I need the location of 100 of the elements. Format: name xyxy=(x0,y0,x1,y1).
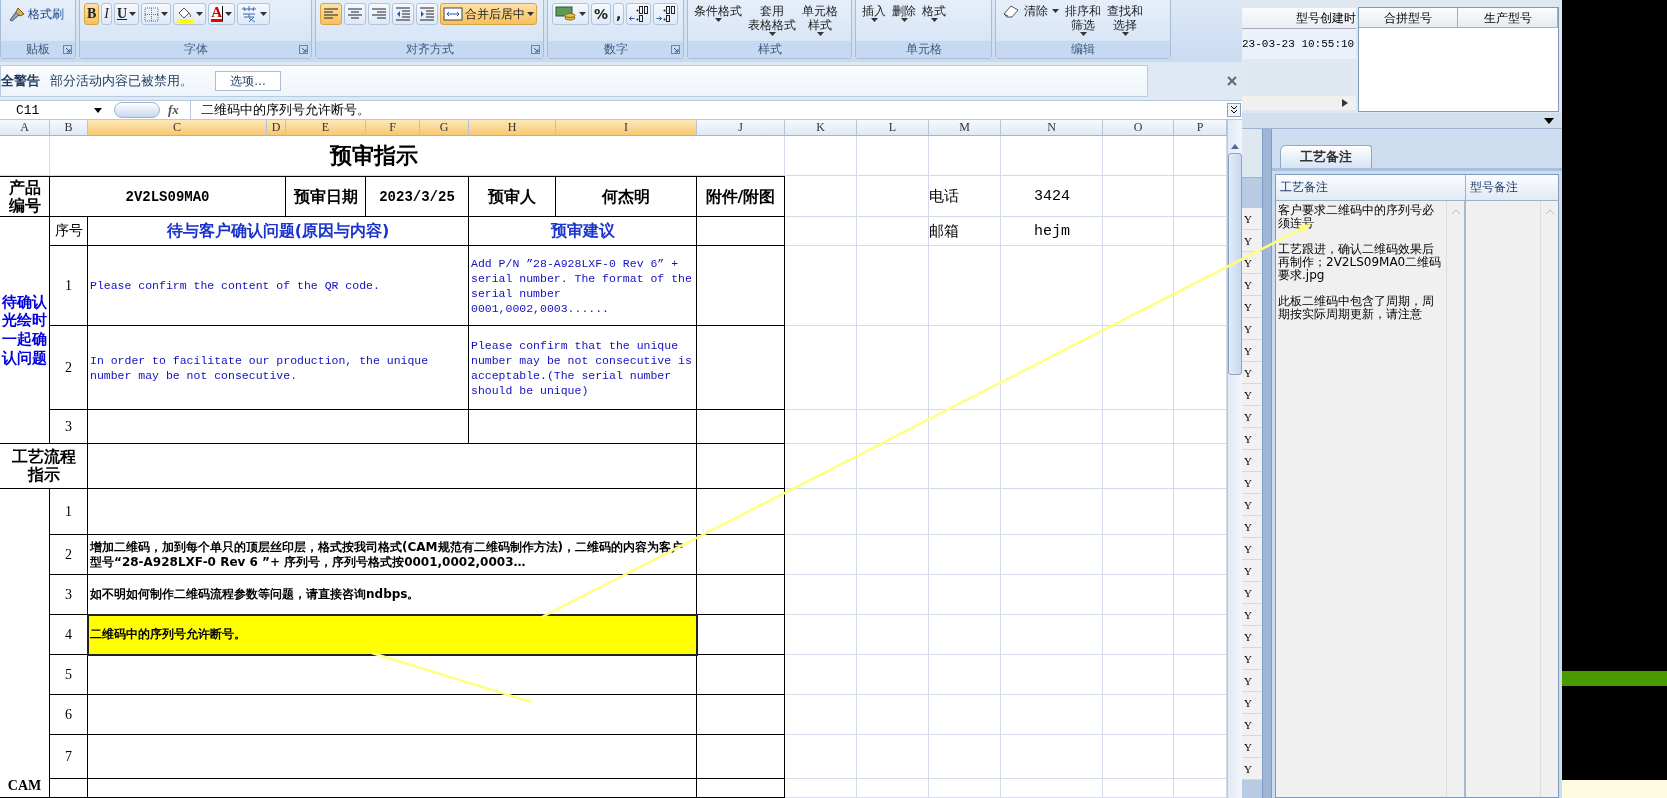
table-cell: 附件/附图 xyxy=(697,176,785,217)
percent-button[interactable]: % xyxy=(591,3,612,25)
expand-icon[interactable] xyxy=(1227,103,1241,117)
font-color-button[interactable]: A xyxy=(208,3,235,25)
table-cell: 7 xyxy=(50,735,88,779)
options-button[interactable]: 选项... xyxy=(215,71,281,91)
increase-indent-icon xyxy=(419,6,435,22)
caret-icon xyxy=(94,107,102,113)
column-header[interactable]: J xyxy=(697,120,785,136)
insert-function-button[interactable]: fx xyxy=(168,102,190,118)
column-header[interactable]: E xyxy=(286,120,366,136)
menu-button[interactable]: 格式 xyxy=(920,3,948,23)
column-header[interactable]: N xyxy=(1001,120,1103,136)
caret-icon xyxy=(225,12,232,16)
table-cell: Y xyxy=(1242,428,1262,450)
dropdown-icon[interactable] xyxy=(1544,117,1554,124)
increase-indent-button[interactable] xyxy=(416,3,438,25)
table-cell: 4 xyxy=(50,615,88,655)
comma-button[interactable]: , xyxy=(613,3,625,25)
formula-input[interactable]: 二维码中的序列号允许断号。 xyxy=(190,101,1223,119)
caret-icon xyxy=(1121,32,1129,36)
table-cell: Y xyxy=(1242,648,1262,670)
table-cell: 产品编号 xyxy=(0,176,50,217)
column-header[interactable]: L xyxy=(857,120,929,136)
menu-button[interactable]: 删除 xyxy=(890,3,918,23)
column-header[interactable]: 工艺备注 xyxy=(1276,175,1466,200)
step-cell[interactable]: 二维码中的序列号允许断号。 xyxy=(88,615,697,655)
splitter-handle[interactable] xyxy=(114,102,160,118)
step-cell[interactable] xyxy=(88,489,697,535)
dialog-launcher-icon[interactable] xyxy=(299,45,308,54)
column-header[interactable]: F xyxy=(366,120,420,136)
table-cell: Y xyxy=(1242,692,1262,714)
table-cell: 2023/3/25 xyxy=(366,176,469,217)
align-right-button[interactable] xyxy=(368,3,390,25)
step-cell[interactable] xyxy=(88,695,697,735)
dialog-launcher-icon[interactable] xyxy=(671,45,680,54)
phonetic-button[interactable] xyxy=(237,3,270,25)
question-text: In order to facilitate our production, the unique number may be not consecutive. xyxy=(90,352,430,383)
increase-decimal-button[interactable] xyxy=(626,3,652,25)
column-header[interactable]: 型号创建时 xyxy=(1242,8,1356,29)
align-right-icon xyxy=(371,7,387,21)
column-header[interactable]: 合拼型号 xyxy=(1358,8,1459,28)
underline-button[interactable]: U xyxy=(114,3,140,25)
column-header[interactable]: P xyxy=(1174,120,1227,136)
column-header[interactable]: 生产型号 xyxy=(1458,8,1558,28)
splitter-handle[interactable] xyxy=(1262,129,1272,798)
fill-color-button[interactable] xyxy=(173,3,207,25)
right-arrow-icon[interactable] xyxy=(1341,99,1348,107)
suggestion-text: Please confirm that the unique number may be not consecutive is acceptable.(The serial number should be unique) xyxy=(471,337,693,398)
dialog-launcher-icon[interactable] xyxy=(531,45,540,54)
menu-button[interactable]: 排序和 筛选 xyxy=(1063,3,1103,37)
eraser-icon xyxy=(1002,4,1020,18)
column-header[interactable]: D xyxy=(267,120,286,136)
caret-icon xyxy=(1052,9,1059,13)
name-box[interactable]: C11 xyxy=(0,102,106,118)
table-cell: Y xyxy=(1242,340,1262,362)
column-header[interactable]: C xyxy=(88,120,267,136)
column-header[interactable]: K xyxy=(785,120,857,136)
format-painter-button[interactable]: 格式刷 xyxy=(5,3,67,25)
menu-button[interactable]: 插入 xyxy=(860,3,888,23)
step-cell[interactable] xyxy=(88,735,697,779)
column-header[interactable]: G xyxy=(420,120,469,136)
column-header[interactable]: H xyxy=(469,120,556,136)
bold-button[interactable]: B xyxy=(84,3,100,25)
decrease-indent-button[interactable] xyxy=(392,3,414,25)
menu-button[interactable]: 单元格 样式 xyxy=(800,3,840,37)
table-cell: Y xyxy=(1242,736,1262,758)
step-cell[interactable]: 如不明如何制作二维码流程参数等问题，请直接咨询ndbps。 xyxy=(88,575,697,615)
column-header[interactable]: O xyxy=(1103,120,1174,136)
decrease-decimal-button[interactable] xyxy=(653,3,679,25)
column-header[interactable]: M xyxy=(929,120,1001,136)
menu-button[interactable]: 套用 表格格式 xyxy=(746,3,798,37)
caret-icon xyxy=(816,32,824,36)
note-text: 工艺跟进，确认二维码效果后再制作；2V2LS09MA0二维码要求.jpg xyxy=(1278,243,1443,282)
merge-center-button[interactable]: 合并后居中 xyxy=(440,3,537,25)
vertical-scrollbar[interactable] xyxy=(1227,120,1242,798)
caret-icon xyxy=(527,12,534,16)
notes-tab[interactable]: 工艺备注 xyxy=(1280,145,1372,168)
horizontal-scrollbar[interactable] xyxy=(1242,96,1356,110)
column-header[interactable]: A xyxy=(0,120,50,136)
column-header[interactable]: I xyxy=(556,120,697,136)
group-label: 样式 xyxy=(757,41,782,58)
italic-button[interactable]: I xyxy=(101,3,112,25)
menu-button[interactable]: 查找和 选择 xyxy=(1105,3,1145,37)
table-cell: 3 xyxy=(50,575,88,615)
close-icon[interactable] xyxy=(1227,76,1237,86)
dialog-launcher-icon[interactable] xyxy=(63,45,72,54)
table-cell: 待与客户确认问题(原因与内容) xyxy=(88,217,469,246)
column-header[interactable]: B xyxy=(50,120,88,136)
align-center-button[interactable] xyxy=(344,3,366,25)
menu-button[interactable]: 条件格式 xyxy=(692,3,744,23)
align-left-button[interactable] xyxy=(320,3,342,25)
table-cell: 3 xyxy=(50,410,88,444)
borders-button[interactable] xyxy=(141,3,172,25)
number-format-button[interactable] xyxy=(552,3,589,25)
step-cell[interactable] xyxy=(88,655,697,695)
caret-icon xyxy=(714,18,722,22)
column-header[interactable]: 型号备注 xyxy=(1466,175,1558,200)
paintbrush-icon xyxy=(8,6,26,22)
clear-button[interactable]: 清除 xyxy=(1000,3,1061,19)
